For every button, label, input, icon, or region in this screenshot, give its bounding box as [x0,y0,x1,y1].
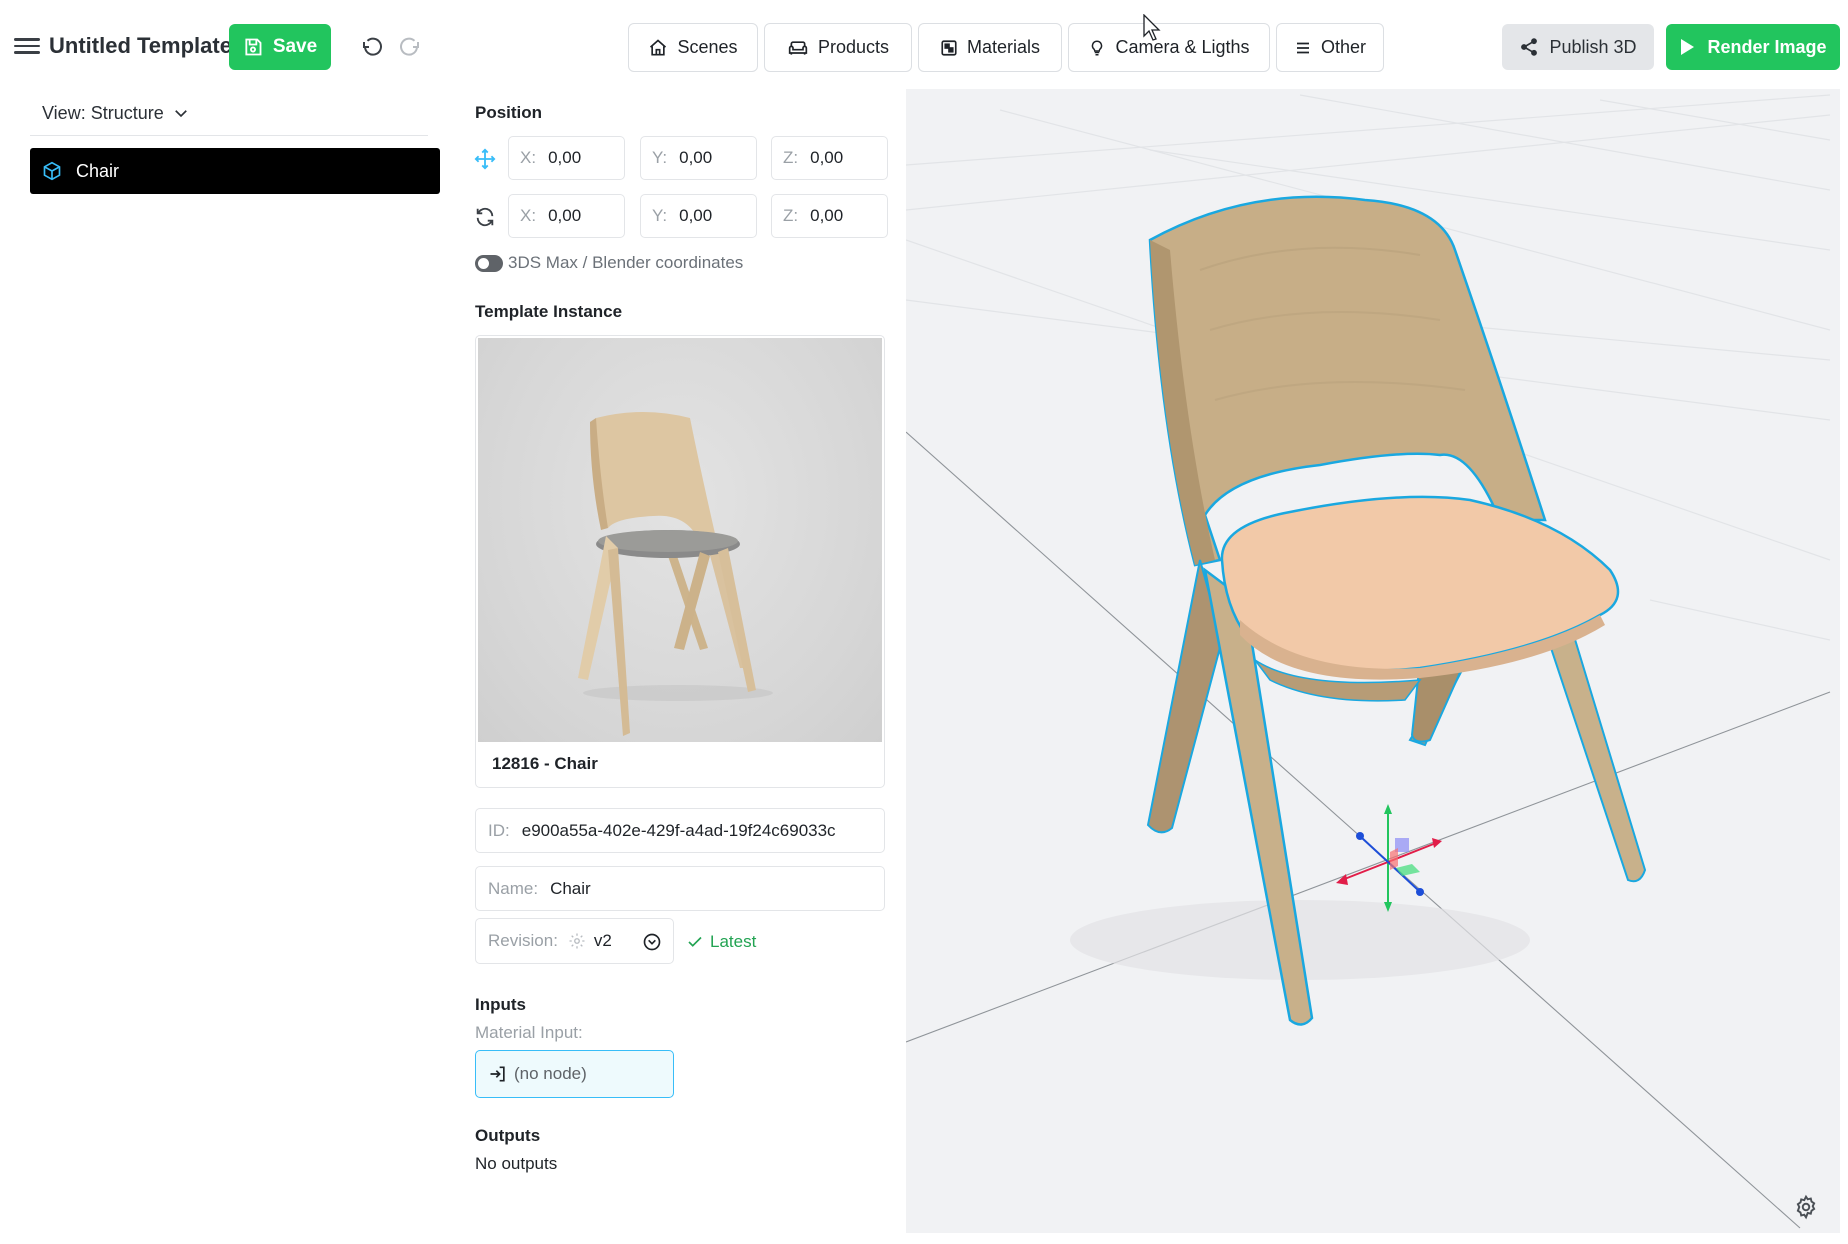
rotation-z-value: 0,00 [810,206,844,225]
view-mode-label: View: Structure [42,102,164,123]
rotation-x-input[interactable]: X: 0,00 [508,194,625,238]
latest-label: Latest [710,932,757,951]
redo-icon[interactable] [398,34,422,58]
move-icon [474,148,496,170]
cube-icon [43,161,61,181]
id-label: ID: [488,820,510,840]
tree-item-chair[interactable]: Chair [30,148,440,194]
rotation-x-value: 0,00 [548,206,582,225]
view-mode-dropdown[interactable]: View: Structure [42,100,190,126]
save-button-label: Save [272,36,318,57]
view-divider [30,135,428,136]
render-image-button[interactable]: Render Image [1666,24,1840,70]
name-value: Chair [550,878,591,898]
position-z-value: 0,00 [810,148,844,167]
material-input-label: Material Input: [475,1023,583,1042]
outputs-section-title: Outputs [475,1126,541,1145]
template-instance-title: Template Instance [475,302,623,321]
nav-products-label: Products [817,37,890,57]
lightbulb-icon [1092,39,1103,55]
revision-dropdown[interactable]: Revision: v2 [475,918,674,964]
list-icon [1296,42,1309,53]
material-icon [941,39,957,56]
nav-other-button[interactable]: Other [1276,23,1384,72]
template-title: Untitled Template [49,33,232,58]
id-value: e900a55a-402e-429f-a4ad-19f24c69033c [521,820,836,840]
rotation-y-label: Y: [652,206,668,225]
nav-materials-button[interactable]: Materials [918,23,1062,72]
share-icon [1521,38,1538,56]
nav-scenes-button[interactable]: Scenes [628,23,758,72]
no-outputs-text: No outputs [475,1154,558,1173]
undo-icon[interactable] [360,34,384,58]
publish-3d-button[interactable]: Publish 3D [1502,24,1654,70]
hamburger-menu-icon[interactable] [14,34,40,58]
coordinates-toggle[interactable] [475,255,503,272]
material-input-button[interactable]: (no node) [475,1050,674,1098]
position-section-title: Position [475,103,543,122]
name-label: Name: [488,878,539,898]
nav-other-label: Other [1320,37,1367,57]
nav-materials-label: Materials [966,37,1041,57]
template-instance-card: 12816 - Chair [475,335,885,788]
chevron-circle-down-icon [643,933,661,951]
render-image-label: Render Image [1707,36,1827,57]
sofa-icon [788,40,808,55]
home-icon [650,38,667,55]
revision-value: v2 [593,931,612,950]
rotation-y-input[interactable]: Y: 0,00 [640,194,757,238]
inputs-section-title: Inputs [475,995,526,1014]
position-z-label: Z: [783,148,799,167]
check-icon [688,936,702,947]
gear-icon [569,933,585,949]
publish-3d-label: Publish 3D [1549,36,1637,57]
play-icon [1681,39,1695,55]
chevron-down-icon [174,110,187,118]
thumbnail-caption: 12816 - Chair [492,754,598,773]
position-y-input[interactable]: Y: 0,00 [640,136,757,180]
rotation-x-label: X: [520,206,537,225]
3d-viewport[interactable] [906,89,1840,1233]
coordinates-toggle-label: 3DS Max / Blender coordinates [508,253,744,272]
save-button[interactable]: Save [229,24,331,70]
nav-camera-lights-label: Camera & Ligths [1115,37,1250,57]
rotate-icon [476,207,494,227]
position-x-input[interactable]: X: 0,00 [508,136,625,180]
id-field[interactable]: ID: e900a55a-402e-429f-a4ad-19f24c69033c [475,808,885,853]
position-y-label: Y: [652,148,668,167]
top-toolbar: Untitled Template Save Scenes Products M… [0,0,1848,92]
nav-products-button[interactable]: Products [764,23,912,72]
position-x-value: 0,00 [548,148,582,167]
chair-thumbnail[interactable] [478,338,882,742]
nav-camera-lights-button[interactable]: Camera & Ligths [1068,23,1270,72]
latest-status: Latest [686,932,756,952]
position-y-value: 0,00 [679,148,713,167]
nav-scenes-label: Scenes [677,37,738,57]
rotation-y-value: 0,00 [679,206,713,225]
position-z-input[interactable]: Z: 0,00 [771,136,888,180]
rotation-z-label: Z: [783,206,799,225]
material-input-value: (no node) [514,1064,587,1083]
revision-label: Revision: [488,931,558,950]
viewport-settings-gear-icon[interactable] [1793,1194,1819,1220]
floppy-disk-icon [245,38,262,56]
sign-in-icon [490,1066,505,1082]
name-field[interactable]: Name: Chair [475,866,885,911]
position-x-label: X: [520,148,537,167]
mouse-cursor-icon [1143,14,1161,41]
viewport-scene [906,94,1831,1229]
tree-item-label: Chair [76,160,120,181]
rotation-z-input[interactable]: Z: 0,00 [771,194,888,238]
